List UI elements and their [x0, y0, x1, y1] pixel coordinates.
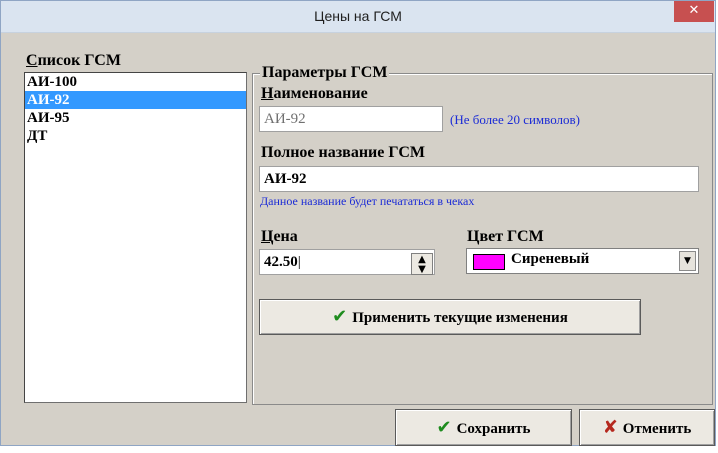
apply-changes-label: Применить текущие изменения [352, 310, 568, 326]
dialog-window: Цены на ГСМ ✕ Список ГСМ АИ-100 АИ-92 АИ… [0, 0, 716, 446]
spin-arrows-icon: ▲ ▼ [418, 254, 426, 275]
window-title: Цены на ГСМ [314, 8, 402, 24]
price-spin-button[interactable]: ▲ ▼ [411, 253, 433, 275]
close-icon: ✕ [688, 3, 700, 18]
list-item[interactable]: АИ-100 [25, 73, 246, 91]
title-bar[interactable]: Цены на ГСМ ✕ [1, 1, 715, 33]
full-name-input[interactable]: АИ-92 [259, 166, 699, 192]
chevron-down-icon[interactable]: ▼ [679, 251, 696, 271]
price-label: Цена [261, 228, 298, 245]
params-group-title: Параметры ГСМ [260, 64, 390, 82]
name-hint: (Не более 20 символов) [450, 112, 580, 127]
cancel-button[interactable]: ✘ Отменить [579, 409, 715, 446]
fuel-list-label: Список ГСМ [26, 52, 121, 69]
name-label: Наименование [261, 85, 368, 102]
name-input[interactable]: АИ-92 [259, 106, 443, 132]
close-button[interactable]: ✕ [674, 1, 714, 22]
check-icon: ✔ [332, 306, 348, 327]
color-swatch [473, 254, 505, 270]
apply-changes-button[interactable]: ✔ Применить текущие изменения [259, 299, 641, 335]
save-label: Сохранить [456, 421, 531, 437]
full-name-label: Полное название ГСМ [261, 144, 425, 161]
list-item[interactable]: ДТ [25, 127, 246, 145]
cross-icon: ✘ [602, 417, 618, 438]
list-item-selected[interactable]: АИ-92 [25, 91, 246, 109]
save-button[interactable]: ✔ Сохранить [395, 409, 572, 446]
fuel-list[interactable]: АИ-100 АИ-92 АИ-95 ДТ [24, 72, 247, 403]
check-icon: ✔ [436, 417, 452, 438]
cancel-label: Отменить [622, 421, 692, 437]
color-select[interactable]: Сиреневый ▼ [466, 248, 699, 274]
color-label: Цвет ГСМ [467, 228, 544, 245]
price-input[interactable]: 42.50| [259, 249, 435, 275]
color-select-value: Сиреневый [511, 251, 590, 267]
full-name-hint: Данное название будет печататься в чеках [260, 194, 475, 208]
list-item[interactable]: АИ-95 [25, 109, 246, 127]
